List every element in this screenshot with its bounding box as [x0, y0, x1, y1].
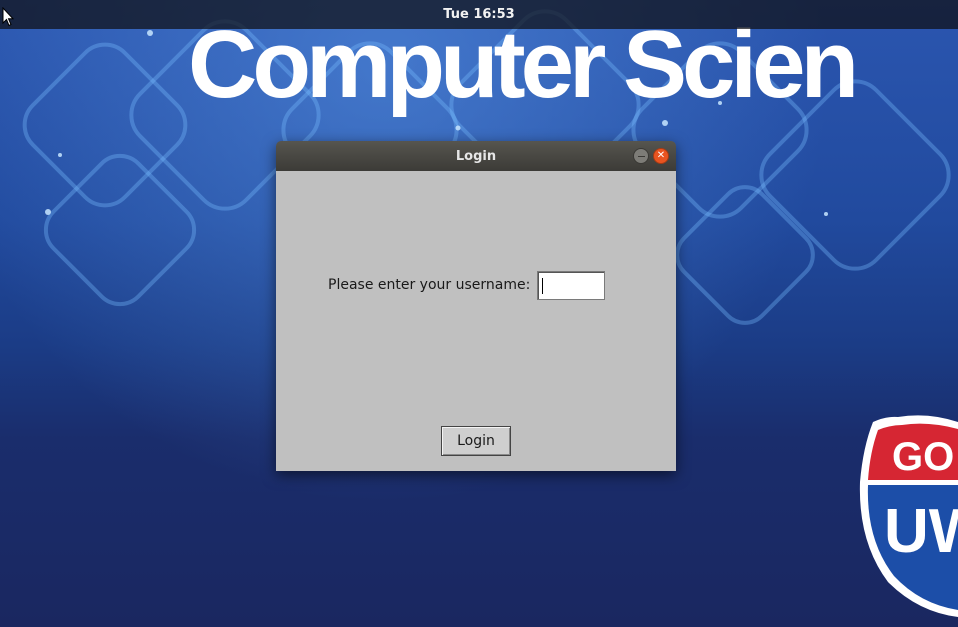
login-button[interactable]: Login [441, 426, 511, 456]
clock[interactable]: Tue 16:53 [443, 7, 514, 22]
close-icon: ✕ [656, 150, 666, 161]
username-input[interactable] [537, 271, 605, 300]
window-titlebar[interactable]: Login ✕ [276, 141, 676, 171]
go-uw-shield-logo: GO UW [859, 415, 958, 617]
minimize-button[interactable] [633, 148, 649, 164]
top-panel: Tue 16:53 [0, 0, 958, 29]
mouse-pointer-icon [2, 7, 14, 27]
login-window: Login ✕ Please enter your username: Logi… [276, 141, 676, 471]
logo-text-bottom: UW [884, 497, 958, 566]
window-body: Please enter your username: Login [276, 171, 676, 471]
username-label: Please enter your username: [328, 277, 531, 293]
logo-text-top: GO [892, 435, 954, 479]
close-button[interactable]: ✕ [653, 148, 669, 164]
window-title: Login [455, 148, 497, 164]
text-caret [542, 278, 543, 294]
